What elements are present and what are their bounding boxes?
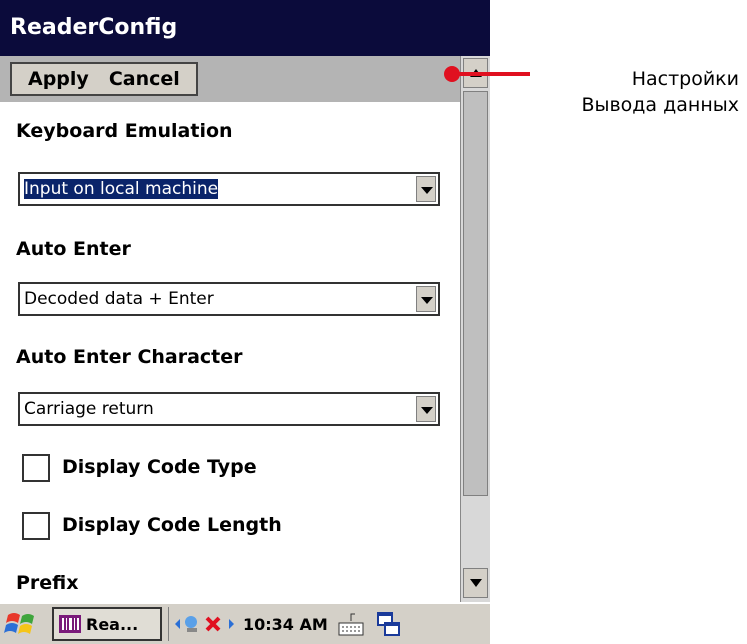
scroll-down-icon[interactable] (463, 568, 488, 598)
taskbar-app-button[interactable]: Rea... (52, 607, 162, 641)
window-title: ReaderConfig (0, 0, 490, 56)
apply-button[interactable]: Apply (18, 68, 99, 90)
display-code-length-checkbox[interactable] (22, 512, 50, 540)
network-icon[interactable] (173, 610, 237, 638)
dropdown-arrow-icon[interactable] (416, 176, 436, 202)
keyboard-emulation-label: Keyboard Emulation (16, 120, 233, 142)
display-code-length-label: Display Code Length (62, 514, 282, 536)
keyboard-emulation-value: Input on local machine (24, 179, 219, 199)
device-screen: ReaderConfig Apply Cancel Keyboard Emula… (0, 0, 490, 644)
prefix-label: Prefix (16, 572, 79, 594)
keyboard-emulation-select[interactable]: Input on local machine (18, 172, 440, 206)
auto-enter-character-label: Auto Enter Character (16, 346, 243, 368)
annotation-line-1: Настройки (631, 68, 739, 90)
vertical-scrollbar[interactable] (460, 56, 490, 602)
menu-bar: Apply Cancel (0, 56, 460, 102)
clock[interactable]: 10:34 AM (243, 615, 328, 634)
auto-enter-character-value: Carriage return (24, 399, 154, 419)
dropdown-arrow-icon[interactable] (416, 286, 436, 312)
taskbar-app-label: Rea... (86, 614, 139, 634)
display-code-type-label: Display Code Type (62, 456, 257, 478)
windows-start-icon[interactable] (4, 607, 40, 641)
callout-line (452, 72, 530, 76)
auto-enter-value: Decoded data + Enter (24, 289, 214, 309)
dropdown-arrow-icon[interactable] (416, 396, 436, 422)
taskbar: Rea... 10:34 AM (0, 602, 490, 644)
annotation-line-2: Вывода данных (581, 94, 739, 116)
annotation-text: Настройки Вывода данных (581, 66, 739, 118)
auto-enter-label: Auto Enter (16, 238, 131, 260)
auto-enter-select[interactable]: Decoded data + Enter (18, 282, 440, 316)
auto-enter-character-select[interactable]: Carriage return (18, 392, 440, 426)
cancel-button[interactable]: Cancel (99, 68, 190, 90)
scroll-thumb[interactable] (463, 91, 488, 496)
app-icon (59, 615, 81, 633)
menu-group: Apply Cancel (10, 62, 198, 96)
display-code-type-checkbox[interactable] (22, 454, 50, 482)
settings-panel: Keyboard Emulation Input on local machin… (0, 102, 460, 602)
keyboard-icon[interactable] (336, 609, 366, 639)
window-switch-icon[interactable] (376, 609, 402, 639)
callout-dot (444, 66, 460, 82)
system-tray: 10:34 AM (168, 607, 328, 641)
